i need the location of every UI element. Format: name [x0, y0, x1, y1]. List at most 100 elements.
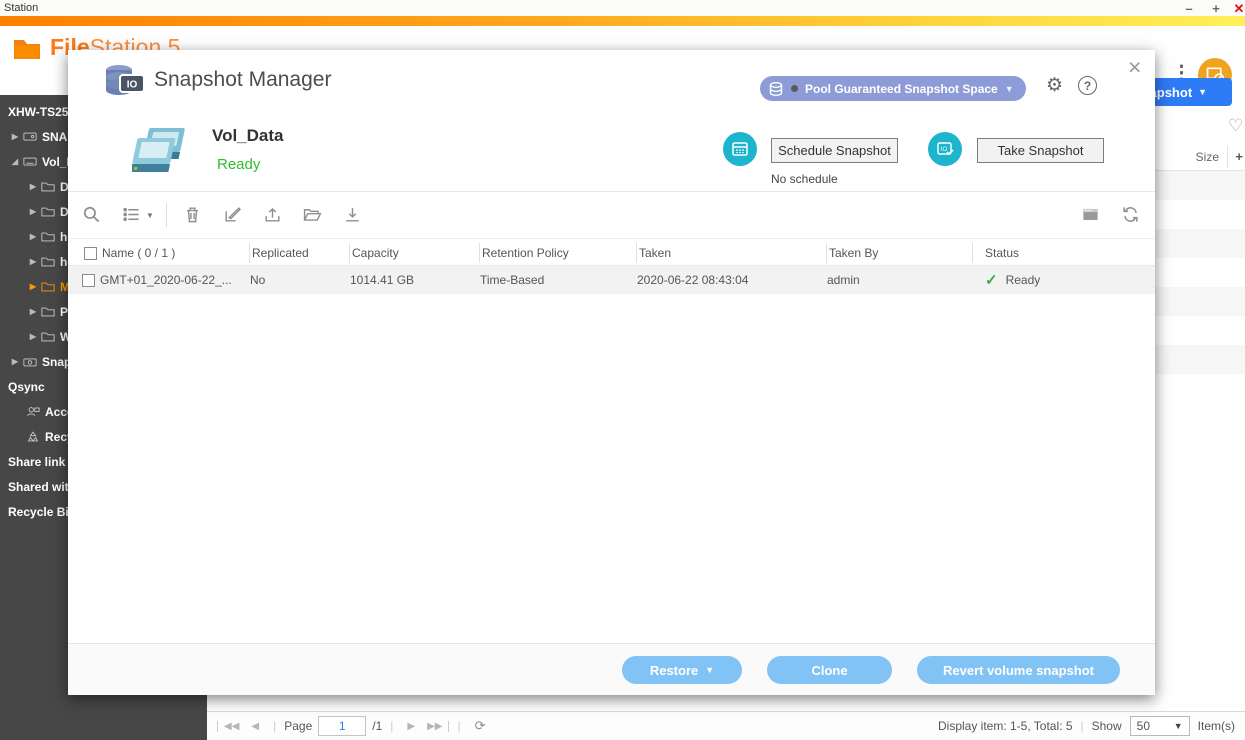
expand-arrow-icon[interactable]: ▶	[28, 282, 38, 291]
display-item-count: Display item: 1-5, Total: 5	[938, 719, 1073, 733]
clone-button[interactable]: Clone	[767, 656, 892, 684]
expand-arrow-icon[interactable]: ▶	[28, 182, 38, 191]
col-status[interactable]: Status	[973, 239, 1155, 267]
cell-name: GMT+01_2020-06-22_...	[100, 273, 250, 287]
expand-arrow-icon[interactable]: ▶	[28, 232, 38, 241]
upload-icon[interactable]	[263, 205, 283, 225]
expand-arrow-icon[interactable]: ▶	[28, 332, 38, 341]
add-column-button[interactable]: +	[1235, 149, 1243, 164]
last-page-icon[interactable]: ▶▶	[421, 721, 449, 732]
pool-database-icon	[768, 81, 784, 97]
expand-arrow-icon[interactable]: ▶	[28, 307, 38, 316]
volume-section: Vol_Data Ready Schedule Snapshot No sche…	[68, 116, 1155, 192]
dialog-footer: Restore▼ Clone Revert volume snapshot	[68, 643, 1155, 695]
chevron-down-icon: ▼	[1174, 721, 1183, 731]
download-icon[interactable]	[343, 205, 363, 225]
refresh-list-icon[interactable]: ⟳	[469, 718, 492, 734]
expand-arrow-icon[interactable]: ▶	[10, 132, 20, 141]
chevron-down-icon: ▼	[1005, 84, 1014, 94]
select-all-checkbox[interactable]	[84, 247, 97, 260]
snapshot-manager-dialog: IO Snapshot Manager Pool Guaranteed Snap…	[68, 50, 1155, 695]
folder-logo-icon	[12, 35, 42, 61]
expand-arrow-icon[interactable]: ▶	[10, 357, 20, 366]
first-page-icon[interactable]: ◀◀	[217, 721, 245, 732]
size-column-header[interactable]: Size	[1196, 150, 1219, 164]
schedule-snapshot-button[interactable]: Schedule Snapshot	[771, 138, 898, 163]
folder-icon	[41, 280, 55, 293]
items-label: Item(s)	[1198, 719, 1235, 733]
folder-icon	[41, 330, 55, 343]
window-view-icon[interactable]	[1081, 205, 1101, 225]
cell-taken-by: admin	[827, 273, 973, 287]
close-window-button[interactable]: ✕	[1230, 1, 1245, 17]
page-total: /1	[372, 719, 382, 733]
cell-retention: Time-Based	[480, 273, 637, 287]
col-retention[interactable]: Retention Policy	[480, 239, 637, 267]
take-snapshot-button[interactable]: Take Snapshot	[977, 138, 1104, 163]
expand-arrow-icon[interactable]: ▶	[28, 257, 38, 266]
collapse-arrow-icon[interactable]: ◢	[10, 157, 20, 166]
delete-icon[interactable]	[183, 205, 203, 225]
view-options-icon[interactable]	[122, 205, 142, 225]
cell-replicated: No	[250, 273, 350, 287]
folder-icon	[41, 255, 55, 268]
restore-button[interactable]: Restore▼	[622, 656, 742, 684]
accent-bar	[0, 16, 1245, 26]
minimize-button[interactable]: –	[1180, 1, 1198, 16]
pool-status-dot	[791, 85, 798, 92]
snapshot-table: Name ( 0 / 1 ) Replicated Capacity Reten…	[68, 238, 1155, 294]
maximize-button[interactable]: +	[1207, 1, 1225, 16]
volume-status: Ready	[217, 156, 260, 173]
edit-icon[interactable]	[223, 205, 243, 225]
col-name[interactable]: Name ( 0 / 1 )	[100, 239, 250, 267]
expand-arrow-icon[interactable]: ▶	[28, 207, 38, 216]
favorite-heart-icon[interactable]: ♡	[1228, 116, 1243, 136]
settings-gear-icon[interactable]: ⚙	[1046, 74, 1063, 97]
refresh-icon[interactable]	[1121, 205, 1141, 225]
column-divider	[1227, 146, 1228, 168]
pool-selector-dropdown[interactable]: Pool Guaranteed Snapshot Space ▼	[760, 76, 1026, 101]
items-per-page-select[interactable]: 50▼	[1130, 716, 1190, 736]
col-taken[interactable]: Taken	[637, 239, 827, 267]
row-checkbox[interactable]	[82, 274, 95, 287]
nas-icon	[23, 130, 37, 143]
folder-icon	[41, 180, 55, 193]
col-taken-by[interactable]: Taken By	[827, 239, 973, 267]
take-snapshot-icon: IO	[928, 132, 962, 166]
folder-icon	[41, 205, 55, 218]
table-row[interactable]: GMT+01_2020-06-22_... No 1014.41 GB Time…	[68, 266, 1155, 294]
volume-drives-icon	[132, 122, 190, 179]
prev-page-icon[interactable]: ◀	[245, 721, 265, 732]
schedule-note: No schedule	[771, 172, 838, 186]
page-label: Page	[284, 719, 312, 733]
folder-icon	[41, 230, 55, 243]
folder-icon	[41, 305, 55, 318]
col-capacity[interactable]: Capacity	[350, 239, 480, 267]
chevron-down-icon: ▼	[705, 665, 714, 675]
dialog-header: IO Snapshot Manager Pool Guaranteed Snap…	[68, 50, 1155, 116]
dialog-toolbar: ▼	[68, 192, 1155, 238]
ready-check-icon: ✓	[985, 271, 998, 289]
show-label: Show	[1092, 719, 1122, 733]
page-input[interactable]	[318, 716, 366, 736]
toolbar-divider	[166, 203, 167, 227]
search-icon[interactable]	[82, 205, 102, 225]
close-dialog-icon[interactable]: ×	[1128, 54, 1141, 81]
snapshot-manager-icon: IO	[102, 62, 146, 107]
status-bar: ◀◀ ◀ | Page /1 | ▶ ▶▶ | ⟳ Display item: …	[207, 712, 1245, 740]
cell-status: Ready	[1006, 273, 1041, 287]
table-header-row: Name ( 0 / 1 ) Replicated Capacity Reten…	[68, 238, 1155, 266]
open-folder-icon[interactable]	[303, 205, 323, 225]
next-page-icon[interactable]: ▶	[401, 721, 421, 732]
user-icon	[26, 405, 40, 418]
col-replicated[interactable]: Replicated	[250, 239, 350, 267]
window-titlebar: Station – + ✕	[0, 0, 1245, 16]
cell-taken: 2020-06-22 08:43:04	[637, 273, 827, 287]
cell-capacity: 1014.41 GB	[350, 273, 480, 287]
help-icon[interactable]: ?	[1078, 76, 1097, 95]
chevron-down-icon[interactable]: ▼	[146, 211, 154, 220]
volume-icon	[23, 155, 37, 168]
camera-icon	[23, 355, 37, 368]
revert-volume-snapshot-button[interactable]: Revert volume snapshot	[917, 656, 1120, 684]
volume-name: Vol_Data	[212, 126, 284, 146]
